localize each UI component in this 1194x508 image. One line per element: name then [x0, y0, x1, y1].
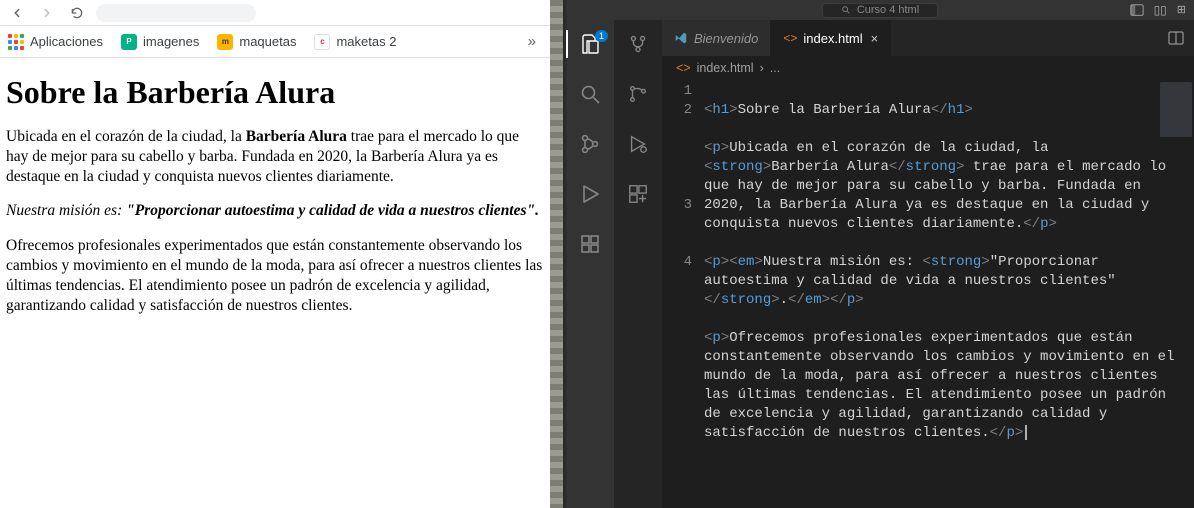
text-cursor: [1025, 425, 1027, 440]
address-bar[interactable]: [96, 4, 256, 22]
bookmark-maketas2[interactable]: c maketas 2: [314, 34, 396, 50]
line-gutter: 1 2 3 4: [662, 80, 704, 508]
vscode-body: 1: [566, 20, 1194, 508]
search-icon: [841, 5, 851, 15]
activity-run-debug[interactable]: [566, 178, 614, 210]
editor-area: Bienvenido <> index.html × <> index.html…: [662, 20, 1194, 508]
folder-icon: m: [217, 34, 233, 50]
aux-branches-icon[interactable]: [614, 78, 662, 110]
bookmarks-bar: Aplicaciones P imagenes m maquetas c mak…: [0, 26, 550, 58]
aux-scm-icon[interactable]: [614, 28, 662, 60]
browser-toolbar: [0, 0, 550, 26]
tab-welcome[interactable]: Bienvenido: [662, 20, 771, 56]
aux-apps-icon[interactable]: [614, 178, 662, 210]
activity-search[interactable]: [566, 78, 614, 110]
bookmark-label: imagenes: [143, 34, 199, 49]
vscode-pane: Curso 4 html ▯▯ ⊞ 1: [566, 0, 1194, 508]
bookmark-imagenes[interactable]: P imagenes: [121, 34, 199, 50]
aux-run-icon[interactable]: [614, 128, 662, 160]
paragraph-2: Nuestra misión es: "Proporcionar autoest…: [6, 201, 544, 221]
command-center[interactable]: Curso 4 html: [822, 3, 938, 18]
explorer-badge: 1: [595, 30, 608, 42]
vscode-titlebar: Curso 4 html ▯▯ ⊞: [566, 0, 1194, 20]
vscode-icon: [674, 31, 688, 45]
code-content[interactable]: <h1>Sobre la Barbería Alura</h1> <p>Ubic…: [704, 80, 1194, 508]
forward-button[interactable]: [36, 2, 58, 24]
split-editor-icon[interactable]: [1168, 30, 1184, 46]
apps-icon: [8, 34, 24, 50]
code-editor[interactable]: 1 2 3 4 <h1>Sobre la Barbería Alura</h1>…: [662, 80, 1194, 508]
activity-source-control[interactable]: [566, 128, 614, 160]
activity-explorer[interactable]: 1: [566, 28, 614, 60]
titlebar-layout-controls: ▯▯ ⊞: [1130, 3, 1186, 17]
tab-index-html[interactable]: <> index.html ×: [771, 20, 891, 56]
layout-grid-icon[interactable]: ⊞: [1177, 3, 1186, 17]
tab-close-button[interactable]: ×: [869, 31, 879, 46]
window-divider[interactable]: [550, 0, 566, 508]
reload-button[interactable]: [66, 2, 88, 24]
bookmarks-overflow[interactable]: »: [528, 33, 542, 50]
bookmark-label: maketas 2: [336, 34, 396, 49]
back-button[interactable]: [6, 2, 28, 24]
pinterest-icon: P: [121, 34, 137, 50]
canva-icon: c: [314, 34, 330, 50]
html-file-icon: <>: [783, 31, 797, 45]
bookmark-label: maquetas: [239, 34, 296, 49]
bookmark-maquetas[interactable]: m maquetas: [217, 34, 296, 50]
minimap[interactable]: [1160, 82, 1192, 142]
activity-bar: 1: [566, 20, 614, 508]
editor-tabs: Bienvenido <> index.html ×: [662, 20, 1194, 56]
activity-extensions[interactable]: [566, 228, 614, 260]
secondary-sidebar: [614, 20, 662, 508]
layout-panel-icon[interactable]: [1130, 3, 1144, 17]
paragraph-1: Ubicada en el corazón de la ciudad, la B…: [6, 127, 544, 186]
breadcrumbs[interactable]: <> index.html › ...: [662, 56, 1194, 80]
browser-pane: Aplicaciones P imagenes m maquetas c mak…: [0, 0, 550, 508]
html-file-icon: <>: [676, 61, 691, 75]
bookmark-apps[interactable]: Aplicaciones: [8, 34, 103, 50]
bookmark-label: Aplicaciones: [30, 34, 103, 49]
paragraph-3: Ofrecemos profesionales experimentados q…: [6, 236, 544, 315]
layout-split-icon[interactable]: ▯▯: [1154, 3, 1167, 17]
rendered-page: Sobre la Barbería Alura Ubicada en el co…: [0, 58, 550, 508]
page-title: Sobre la Barbería Alura: [6, 74, 544, 111]
